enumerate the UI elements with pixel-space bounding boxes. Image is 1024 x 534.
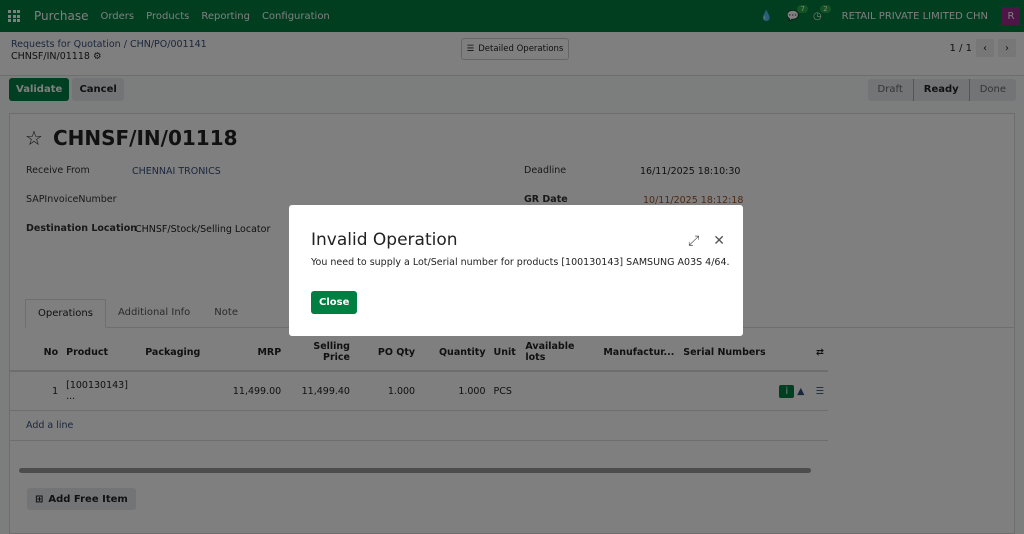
invalid-operation-dialog: Invalid Operation ⤢ ✕ You need to supply … <box>289 205 743 336</box>
dialog-title: Invalid Operation <box>311 230 458 250</box>
expand-icon[interactable]: ⤢ <box>688 233 699 249</box>
close-icon[interactable]: ✕ <box>713 233 725 249</box>
dialog-message: You need to supply a Lot/Serial number f… <box>311 257 730 268</box>
close-button[interactable]: Close <box>311 291 358 314</box>
